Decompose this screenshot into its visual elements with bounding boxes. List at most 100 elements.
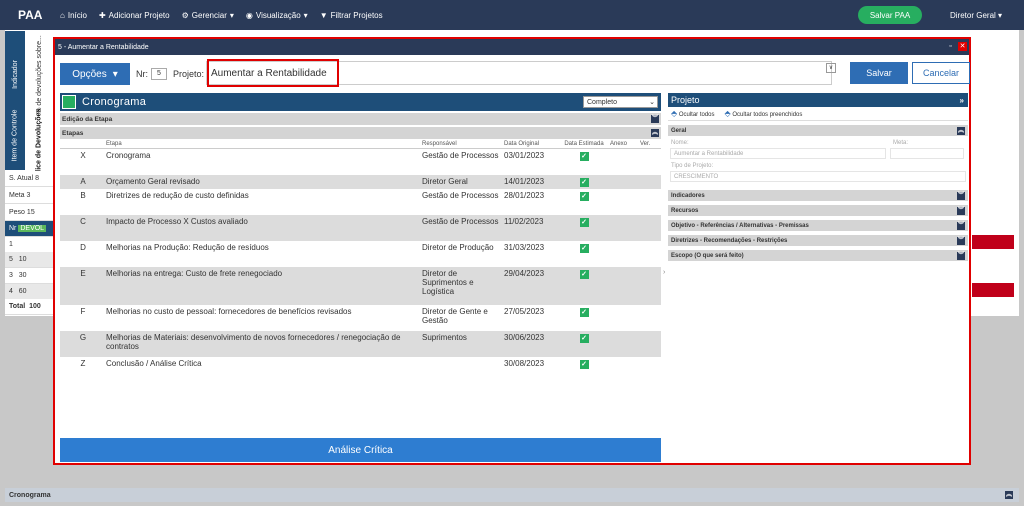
bg-table-nr: Total — [9, 303, 26, 310]
double-chevron-right-icon[interactable]: » — [960, 96, 964, 105]
col-ver[interactable]: Ver. — [640, 141, 661, 147]
row-etapa: Melhorias no custo de pessoal: fornecedo… — [106, 307, 352, 316]
projeto-header: Projeto » — [668, 93, 968, 107]
row-etapa: Orçamento Geral revisado — [106, 177, 200, 186]
row-responsavel: Gestão de Processos — [422, 191, 499, 200]
table-row[interactable]: B Diretrizes de redução de custo definid… — [60, 189, 661, 215]
panel-splitter-handle[interactable]: › — [663, 269, 665, 276]
row-id: X — [80, 151, 86, 160]
table-row[interactable]: F Melhorias no custo de pessoal: fornece… — [60, 305, 661, 331]
brand-logo[interactable]: PAA — [0, 8, 60, 22]
meta-field[interactable] — [890, 148, 964, 159]
nav-home[interactable]: ⌂ Início — [60, 11, 87, 20]
analise-critica-button[interactable]: Análise Crítica — [60, 438, 661, 462]
caret-down-icon: ▾ — [112, 68, 118, 80]
table-row[interactable]: D Melhorias na Produção: Redução de resí… — [60, 241, 661, 267]
close-icon[interactable]: ✕ — [958, 42, 967, 51]
save-paa-button[interactable]: Salvar PAA — [858, 6, 922, 24]
row-id: B — [80, 191, 86, 200]
project-label: Projeto: — [173, 69, 205, 79]
col-anexo[interactable]: Anexo — [610, 141, 640, 147]
collapse-icon[interactable]: ︽ — [1005, 491, 1013, 499]
nome-field[interactable]: Aumentar a Rentabilidade — [670, 148, 886, 159]
row-data: 31/03/2023 — [504, 243, 545, 252]
caret-down-icon: ▾ — [303, 10, 308, 20]
collapse-icon[interactable]: ︽ — [651, 129, 659, 137]
expand-icon[interactable]: ︾ — [957, 206, 965, 215]
bottom-cronograma-bar[interactable]: Cronograma ︽ — [5, 488, 1019, 502]
nav-manage[interactable]: ⚙ Gerenciar ▾ — [182, 11, 234, 20]
options-button[interactable]: Opções ▾ — [60, 63, 130, 85]
section-diretrizes[interactable]: Diretrizes - Recomendações - Restrições ︾ — [668, 235, 968, 246]
expand-icon[interactable]: ︾ — [957, 236, 965, 245]
maximize-icon[interactable]: ▫ — [946, 42, 955, 51]
table-row[interactable]: X Cronograma Gestão de Processos 03/01/2… — [60, 149, 661, 175]
expand-icon[interactable]: ︾ — [957, 191, 965, 200]
tipo-field[interactable]: CRESCIMENTO — [670, 171, 966, 182]
row-id: F — [80, 307, 86, 316]
table-row[interactable]: C Impacto de Processo X Custos avaliado … — [60, 215, 661, 241]
nav-filter[interactable]: ▼ Filtrar Projetos — [320, 11, 383, 20]
table-row[interactable]: E Melhorias na entrega: Custo de frete r… — [60, 267, 661, 305]
expand-icon[interactable]: ︾ — [957, 251, 965, 260]
section-escopo[interactable]: Escopo (O que será feito) ︾ — [668, 250, 968, 261]
etapas-bar[interactable]: Etapas ︽ — [60, 127, 661, 139]
cronograma-title: Cronograma — [82, 96, 147, 108]
save-button[interactable]: Salvar — [850, 62, 908, 84]
nr-field[interactable]: 5 — [151, 68, 167, 80]
chevron-down-icon[interactable]: ∨ — [826, 63, 836, 73]
row-responsavel: Diretor de Produção — [422, 243, 494, 252]
check-icon: ✓ — [579, 334, 589, 343]
eye-icon: ◉ — [245, 10, 253, 20]
nav-manage-label: Gerenciar — [191, 10, 227, 20]
col-data-original[interactable]: Data Original — [504, 141, 558, 147]
check-icon: ✓ — [579, 270, 589, 279]
hide-icon: ⬘ — [724, 109, 731, 118]
section-label: Escopo (O que será feito) — [671, 252, 744, 259]
nav-view[interactable]: ◉ Visualização ▾ — [246, 11, 308, 20]
row-responsavel: Suprimentos — [422, 333, 467, 342]
section-recursos[interactable]: Recursos ︾ — [668, 205, 968, 216]
expand-icon[interactable]: ︾ — [957, 221, 965, 230]
projeto-links: ⬘ Ocultar todos ⬘ Ocultar todos preenchi… — [668, 107, 968, 121]
cancel-button[interactable]: Cancelar — [912, 62, 970, 84]
bg-table-row: 3 30 — [5, 268, 53, 284]
vtab-devolucoes: % de devoluções sobre... — [26, 31, 52, 117]
hide-all-link[interactable]: ⬘ Ocultar todos — [671, 109, 715, 118]
nav-view-label: Visualização — [255, 10, 301, 20]
bg-devol-label: DEVOL — [18, 225, 47, 232]
row-etapa: Melhorias de Materiais: desenvolvimento … — [106, 333, 401, 351]
row-etapa: Conclusão / Análise Crítica — [106, 359, 202, 368]
col-data-estimada[interactable]: Data Estimada — [558, 141, 610, 147]
cronograma-panel: Cronograma Completo ⌄ Edição da Etapa ︾ Et… — [60, 93, 661, 463]
row-etapa: Diretrizes de redução de custo definidas — [106, 191, 249, 200]
filter-select-value: Completo — [587, 99, 617, 106]
col-responsavel[interactable]: Responsável — [422, 141, 504, 147]
hide-icon: ⬘ — [671, 109, 678, 118]
nav-filter-label: Filtrar Projetos — [330, 10, 383, 20]
user-menu[interactable]: Diretor Geral ▾ — [950, 11, 1002, 20]
section-indicadores[interactable]: Indicadores ︾ — [668, 190, 968, 201]
table-row[interactable]: Z Conclusão / Análise Crítica 30/08/2023… — [60, 357, 661, 371]
table-row[interactable]: A Orçamento Geral revisado Diretor Geral… — [60, 175, 661, 189]
nome-label: Nome: — [671, 140, 689, 146]
section-geral[interactable]: Geral ︽ — [668, 125, 968, 136]
edicao-etapa-bar[interactable]: Edição da Etapa ︾ — [60, 113, 661, 125]
collapse-icon[interactable]: ︽ — [957, 126, 965, 135]
hide-filled-link[interactable]: ⬘ Ocultar todos preenchidos — [725, 109, 803, 118]
expand-icon[interactable]: ︾ — [651, 115, 659, 123]
nav-add-project[interactable]: ✚ Adicionar Projeto — [99, 11, 170, 20]
plus-icon: ✚ — [98, 10, 106, 20]
table-row[interactable]: G Melhorias de Materiais: desenvolviment… — [60, 331, 661, 357]
bottom-cronograma-label: Cronograma — [9, 491, 51, 499]
vtab-indice: Índice de Devoluções — [26, 108, 52, 180]
hide-filled-label: Ocultar todos preenchidos — [732, 112, 803, 118]
filter-select[interactable]: Completo ⌄ — [583, 96, 658, 108]
bg-row-value: 8 — [35, 175, 39, 182]
bg-nr-label: Nr — [9, 225, 17, 232]
user-name: Diretor Geral — [950, 11, 996, 20]
col-etapa[interactable]: Etapa — [106, 141, 422, 147]
bg-row-value: 15 — [26, 209, 35, 216]
color-status-icon[interactable] — [62, 95, 76, 109]
section-objetivo[interactable]: Objetivo - Referências / Alternativas - … — [668, 220, 968, 231]
